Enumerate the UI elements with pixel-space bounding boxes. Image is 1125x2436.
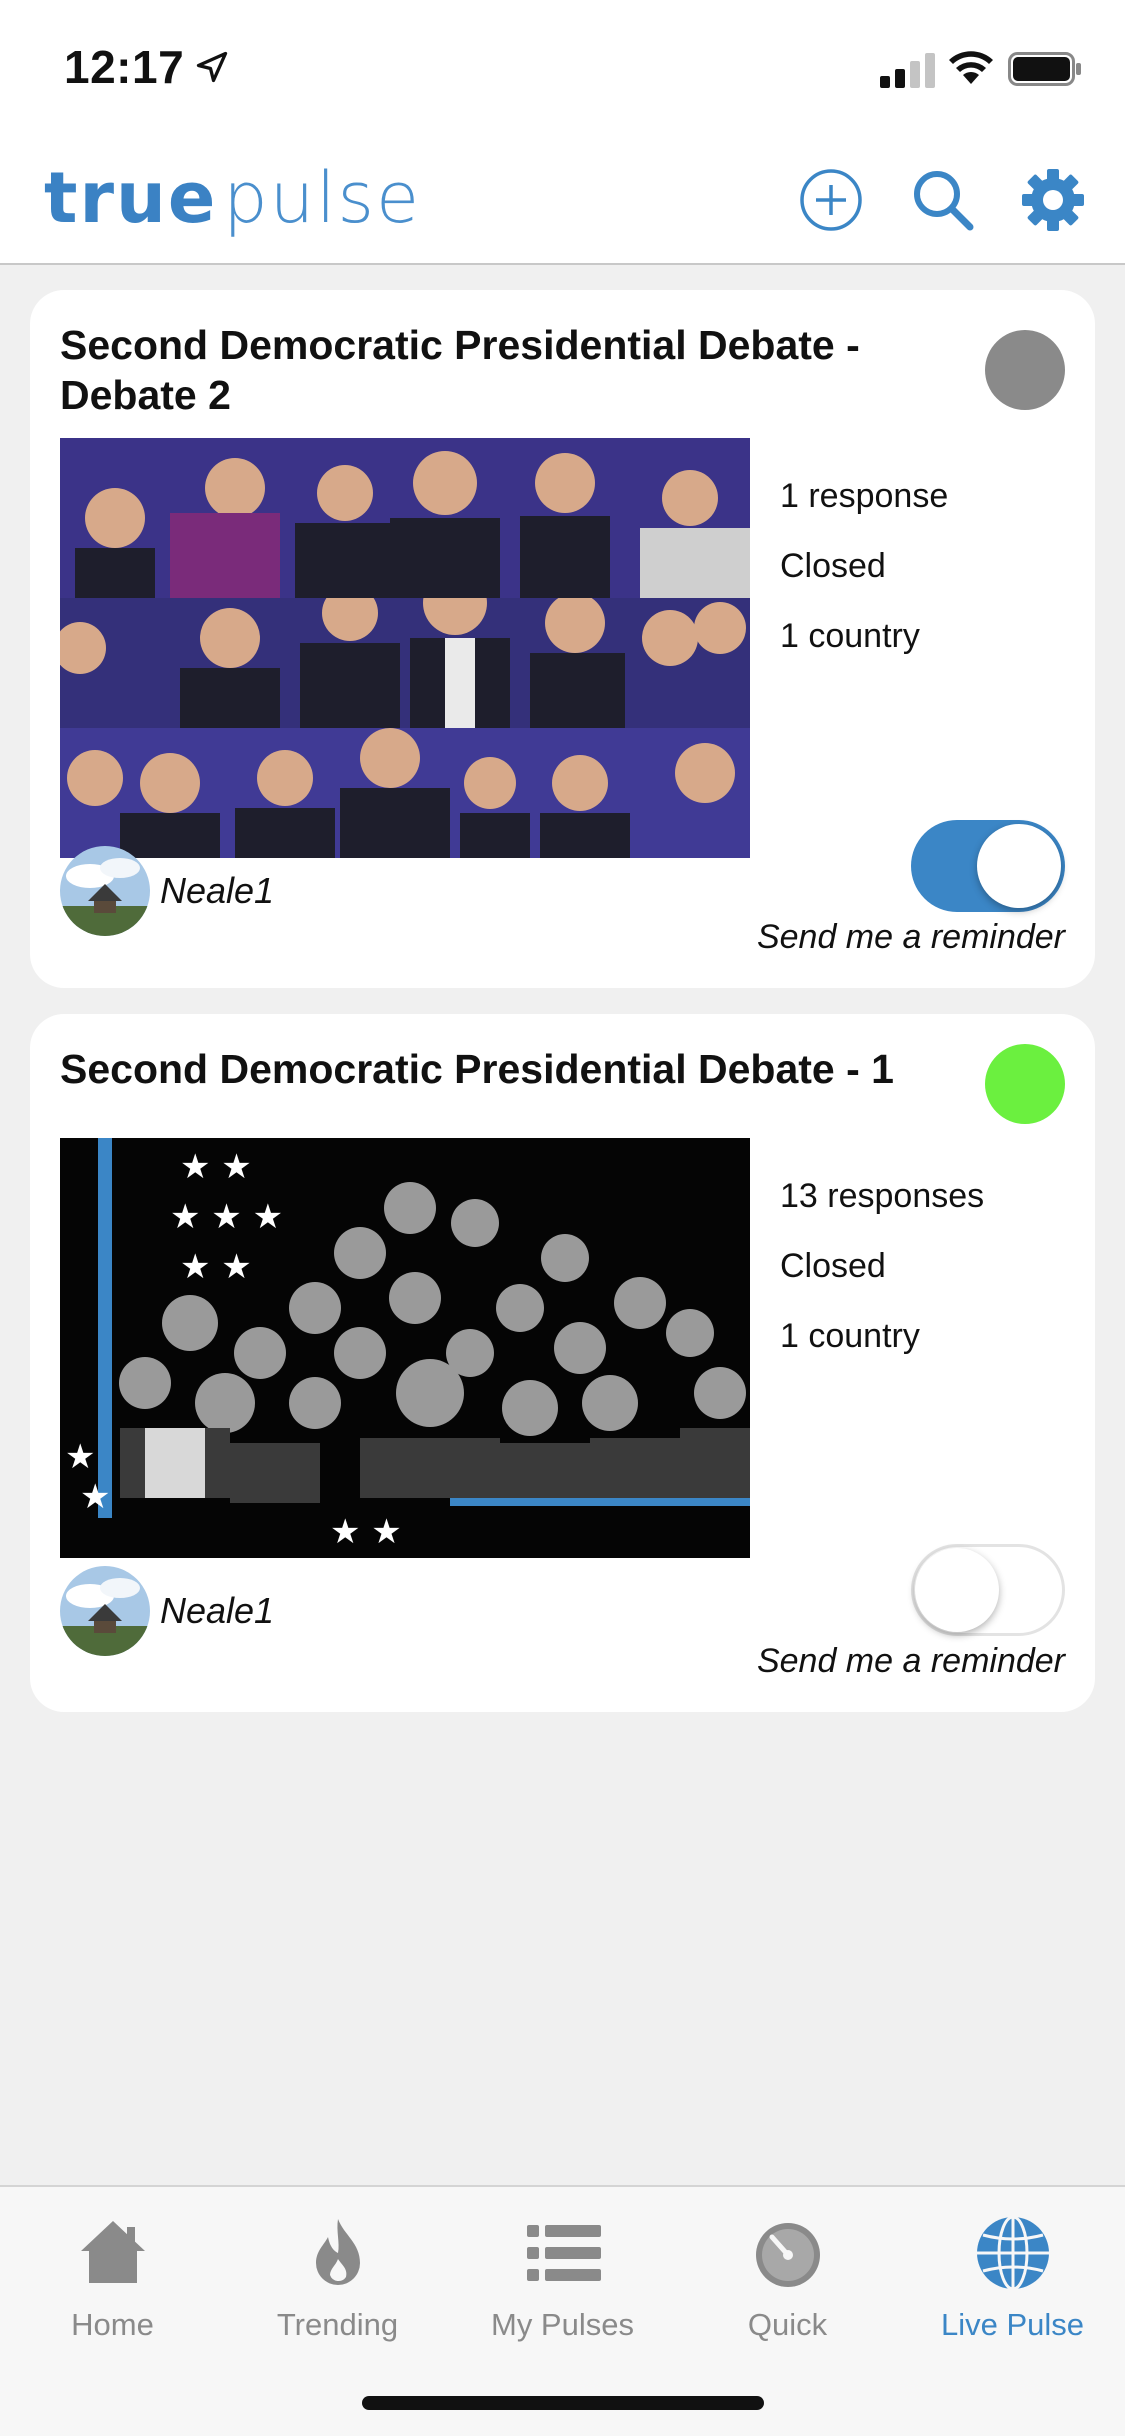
cellular-signal-icon (880, 53, 935, 88)
author-name[interactable]: Neale1 (160, 1590, 274, 1632)
reminder-toggle[interactable] (911, 820, 1065, 912)
pulse-title: Second Democratic Presidential Debate - … (60, 1046, 894, 1092)
status-time: 12:17 (64, 40, 230, 94)
tab-my-pulses[interactable]: My Pulses (450, 2213, 675, 2343)
avatar[interactable] (60, 846, 150, 936)
tab-quick[interactable]: Quick (675, 2213, 900, 2343)
pulse-image (60, 438, 750, 858)
svg-text:★ ★: ★ ★ (180, 1147, 252, 1187)
pulse-author[interactable]: Neale1 (60, 846, 274, 936)
pulse-stats: 13 responses Closed 1 country (780, 1176, 1080, 1386)
location-arrow-icon (197, 51, 228, 83)
true-pulse-logo: truepulse (44, 157, 421, 239)
pulse-state: Closed (780, 547, 886, 585)
app-header: truepulse (0, 135, 1125, 265)
response-count: 1 response (780, 477, 949, 515)
author-name[interactable]: Neale1 (160, 870, 274, 912)
toggle-knob (977, 824, 1061, 908)
pulse-card[interactable]: Second Democratic Presidential Debate - … (30, 290, 1095, 988)
wifi-icon (949, 51, 993, 84)
tab-home[interactable]: Home (0, 2213, 225, 2343)
pulse-status-indicator (985, 1044, 1065, 1124)
tab-label: Live Pulse (940, 2307, 1085, 2342)
svg-text:★: ★ (80, 1477, 110, 1517)
timer-icon (755, 2223, 820, 2287)
pulse-author[interactable]: Neale1 (60, 1566, 274, 1656)
list-icon (526, 2225, 601, 2281)
logo-text-pulse: pulse (223, 157, 422, 239)
svg-text:★ ★: ★ ★ (330, 1512, 402, 1552)
clock-text: 12:17 (64, 41, 185, 93)
country-count: 1 country (780, 1317, 920, 1355)
tab-label: Quick (747, 2307, 828, 2342)
response-count: 13 responses (780, 1177, 985, 1215)
home-icon (80, 2221, 145, 2283)
pulse-stats: 1 response Closed 1 country (780, 476, 1080, 686)
logo-text-true: true (44, 157, 218, 239)
status-bar: 12:17 (0, 0, 1125, 135)
search-icon[interactable] (908, 165, 978, 235)
gear-icon[interactable] (1018, 165, 1088, 235)
tab-label: Home (71, 2307, 154, 2342)
globe-icon (976, 2215, 1049, 2291)
country-count: 1 country (780, 617, 920, 655)
reminder-label: Send me a reminder (756, 918, 1065, 956)
reminder-toggle[interactable] (911, 1544, 1065, 1636)
pulse-title: Second Democratic Presidential Debate - … (60, 322, 860, 418)
flame-icon (315, 2219, 360, 2285)
live-pulse-screen: 12:17 truepulse Second Democratic Presid… (0, 0, 1125, 2436)
svg-text:★ ★: ★ ★ (180, 1247, 252, 1287)
pulse-state: Closed (780, 1247, 886, 1285)
pulse-status-indicator (985, 330, 1065, 410)
add-pulse-icon[interactable] (796, 165, 866, 235)
avatar[interactable] (60, 1566, 150, 1656)
home-indicator[interactable] (362, 2396, 764, 2410)
toggle-knob (915, 1548, 999, 1632)
tab-label: My Pulses (491, 2307, 634, 2342)
svg-text:★ ★ ★: ★ ★ ★ (170, 1197, 283, 1237)
tab-trending[interactable]: Trending (225, 2213, 450, 2343)
tab-label: Trending (276, 2307, 399, 2342)
reminder-label: Send me a reminder (756, 1642, 1065, 1680)
tab-live-pulse[interactable]: Live Pulse (900, 2213, 1125, 2343)
battery-icon (1008, 52, 1081, 86)
pulse-card[interactable]: Second Democratic Presidential Debate - … (30, 1014, 1095, 1712)
svg-text:★: ★ (65, 1437, 95, 1477)
pulse-image: ★ ★ ★ ★ ★ ★ ★ ★ ★ ★ ★ (60, 1138, 750, 1558)
